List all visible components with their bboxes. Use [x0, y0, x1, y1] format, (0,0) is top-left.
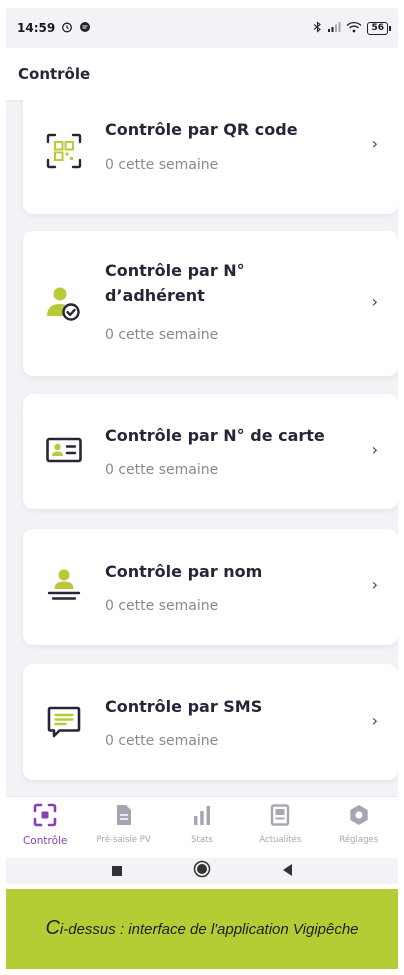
scan-icon [33, 803, 57, 831]
card-title: Contrôle par N° d’adhérent [105, 261, 245, 305]
person-name-icon [45, 567, 83, 605]
caption-text: i-dessus : interface de l'application Vi… [59, 921, 359, 938]
alarm-icon [61, 21, 73, 36]
bottom-navigation: Contrôle Pré-saisie PV Stats Actualités … [6, 796, 398, 858]
member-check-icon [45, 285, 83, 323]
card-subtitle: 0 cette semaine [105, 157, 219, 173]
chevron-right-icon: › [371, 575, 378, 594]
tab-label: Réglages [339, 835, 379, 845]
news-icon [268, 803, 292, 831]
tab-label: Stats [191, 835, 213, 845]
settings-icon [347, 803, 371, 831]
chevron-right-icon: › [371, 711, 378, 730]
card-subtitle: 0 cette semaine [105, 462, 219, 478]
document-icon [112, 803, 136, 831]
card-title: Contrôle par SMS [105, 697, 263, 716]
card-subtitle: 0 cette semaine [105, 733, 219, 749]
page-title: Contrôle [18, 65, 91, 83]
system-navigation-bar [6, 858, 398, 884]
wifi-icon [346, 21, 362, 36]
notification-icon [79, 21, 91, 36]
image-caption: Ci-dessus : interface de l'application V… [6, 889, 398, 969]
bar-chart-icon [190, 803, 214, 831]
chevron-right-icon: › [371, 440, 378, 459]
caption-first-letter: C [45, 917, 60, 939]
sms-icon [45, 704, 83, 742]
chevron-right-icon: › [371, 292, 378, 311]
card-subtitle: 0 cette semaine [105, 327, 219, 343]
back-button[interactable] [281, 862, 293, 881]
id-card-icon [45, 432, 83, 470]
tab-stats[interactable]: Stats [166, 803, 238, 845]
card-subtitle: 0 cette semaine [105, 598, 219, 614]
control-sms-card[interactable]: Contrôle par SMS 0 cette semaine › [23, 664, 398, 780]
control-card-number-card[interactable]: Contrôle par N° de carte 0 cette semaine… [23, 394, 398, 509]
card-title: Contrôle par nom [105, 562, 263, 581]
recent-apps-button[interactable] [111, 862, 123, 881]
control-methods-list: Contrôle par QR code 0 cette semaine › C… [6, 100, 398, 796]
home-button[interactable] [193, 860, 211, 882]
control-name-card[interactable]: Contrôle par nom 0 cette semaine › [23, 529, 398, 645]
tab-label: Pré-saisie PV [96, 835, 151, 845]
card-title: Contrôle par N° de carte [105, 426, 325, 445]
tab-label: Contrôle [22, 835, 68, 847]
chevron-right-icon: › [371, 134, 378, 153]
battery-indicator: 56 [367, 21, 391, 35]
app-bar: Contrôle [6, 48, 398, 100]
tab-controle[interactable]: Contrôle [9, 803, 81, 847]
tab-reglages[interactable]: Réglages [323, 803, 395, 845]
control-member-number-card[interactable]: Contrôle par N° d’adhérent 0 cette semai… [23, 231, 398, 376]
status-time: 14:59 [17, 21, 56, 35]
tab-actualites[interactable]: Actualités [244, 803, 316, 845]
tab-label: Actualités [259, 835, 302, 845]
bluetooth-icon [313, 20, 322, 36]
status-bar: 14:59 56 [6, 8, 398, 48]
card-title: Contrôle par QR code [105, 120, 298, 139]
control-qr-code-card[interactable]: Contrôle par QR code 0 cette semaine › [23, 100, 398, 214]
qr-code-icon [45, 132, 83, 170]
signal-icon [327, 21, 341, 35]
phone-screen: 14:59 56 Contrôle Contrôle par QR code 0… [6, 8, 398, 884]
tab-pre-saisie-pv[interactable]: Pré-saisie PV [88, 803, 160, 845]
